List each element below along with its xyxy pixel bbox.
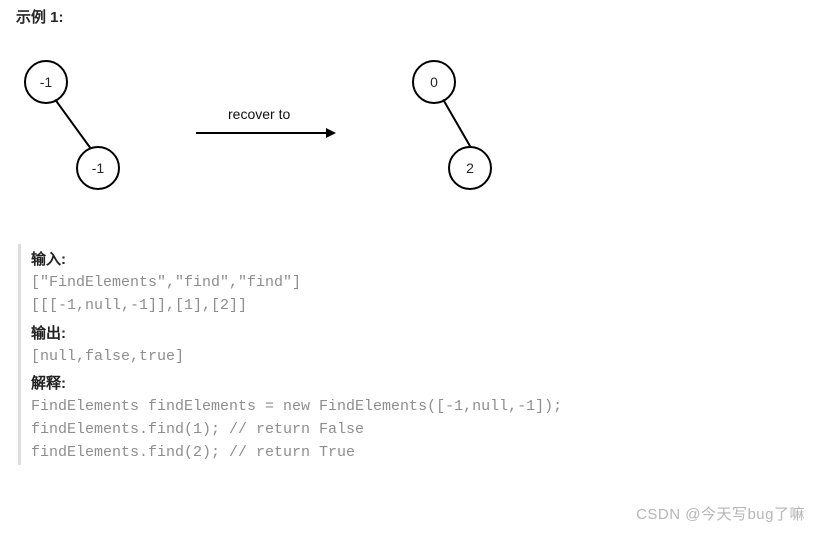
recover-arrow-label: recover to: [228, 106, 290, 122]
input-line-1: ["FindElements","find","find"]: [31, 271, 801, 294]
watermark-text: CSDN @今天写bug了嘛: [636, 503, 805, 524]
output-label: 输出:: [31, 322, 801, 343]
input-label: 输入:: [31, 248, 801, 269]
right-tree-edge: [442, 99, 471, 148]
tree-diagram: -1 -1 recover to 0 2: [16, 46, 536, 226]
example-io-block: 输入: ["FindElements","find","find"] [[[-1…: [18, 244, 801, 465]
recover-arrow-head: [326, 128, 336, 138]
explain-label: 解释:: [31, 372, 801, 393]
node-value: 0: [430, 74, 438, 90]
recover-arrow-line: [196, 132, 326, 134]
node-value: -1: [92, 160, 104, 176]
left-tree-edge: [54, 99, 92, 150]
right-tree-root-node: 0: [412, 60, 456, 104]
node-value: 2: [466, 160, 474, 176]
output-line: [null,false,true]: [31, 345, 801, 368]
input-line-2: [[[-1,null,-1]],[1],[2]]: [31, 294, 801, 317]
explain-line-2: findElements.find(1); // return False: [31, 418, 801, 441]
node-value: -1: [40, 74, 52, 90]
explain-line-3: findElements.find(2); // return True: [31, 441, 801, 464]
left-tree-root-node: -1: [24, 60, 68, 104]
explain-line-1: FindElements findElements = new FindElem…: [31, 395, 801, 418]
left-tree-right-child-node: -1: [76, 146, 120, 190]
right-tree-right-child-node: 2: [448, 146, 492, 190]
example-title: 示例 1:: [16, 6, 64, 27]
